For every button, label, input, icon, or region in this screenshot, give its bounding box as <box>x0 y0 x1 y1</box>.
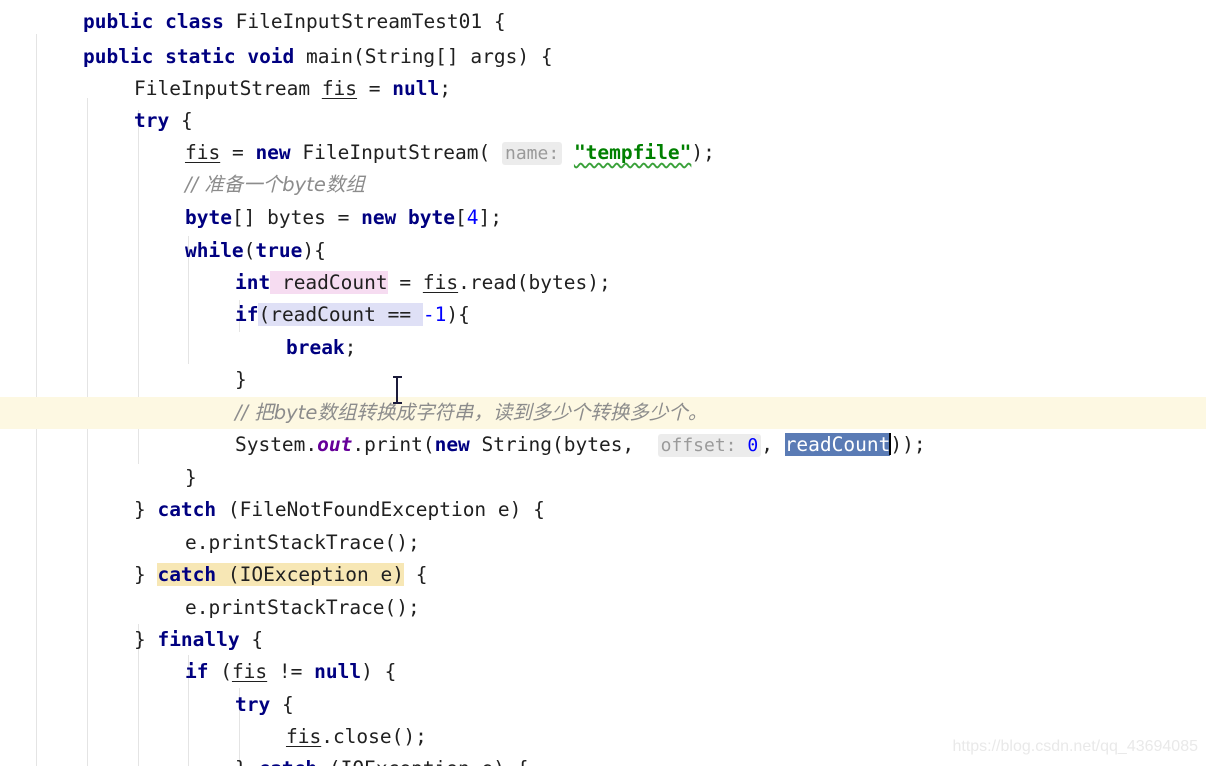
code-token-variable-fis: fis <box>321 77 358 100</box>
code-token-close-brace: } <box>234 368 247 391</box>
code-token-null: null <box>392 77 440 100</box>
code-token-exception-filenotfound: (FileNotFoundException e) { <box>216 498 545 521</box>
code-token-try: try <box>234 693 271 716</box>
viewport-bottom-edge <box>0 766 1206 772</box>
code-token-method-close: .close(); <box>321 725 427 748</box>
code-token-brace: ) { <box>361 660 397 683</box>
code-token-close: )); <box>890 433 926 456</box>
code-line-19[interactable]: } finally { <box>0 592 1206 651</box>
code-token-space <box>270 271 282 294</box>
code-token-printstacktrace: e.printStackTrace(); <box>184 596 420 619</box>
code-token-constructor: FileInputStream( <box>290 141 502 164</box>
code-token-paren: ( <box>243 239 256 262</box>
code-token-exception-ioexception-highlighted: (IOException e) <box>216 563 404 586</box>
code-token-variable-fis: fis <box>422 271 459 294</box>
parameter-hint-offset[interactable]: offset: 0 <box>657 434 762 457</box>
code-token-while: while <box>184 239 244 262</box>
code-line-17[interactable]: } catch (IOException e) { <box>0 527 1206 586</box>
code-line-7[interactable]: while(true){ <box>0 203 1206 262</box>
parameter-hint-name[interactable]: name: <box>502 142 563 165</box>
code-token-close-brace: } <box>133 498 158 521</box>
code-token-readcount-write: readCount <box>281 271 388 294</box>
code-line-12[interactable]: // 把byte数组转换成字符串，读到多少个转换多少个。 <box>0 365 1206 424</box>
code-token-out-field: out <box>317 433 353 456</box>
code-token-text: main(String[] args) { <box>306 45 553 68</box>
code-token-close-brace: } <box>184 466 197 489</box>
code-token-number-minus1: -1 <box>422 303 447 326</box>
code-token-variable-fis: fis <box>231 660 268 683</box>
code-token-if: if <box>184 660 209 683</box>
code-token-break: break <box>285 336 345 359</box>
watermark-url: https://blog.csdn.net/qq_43694085 <box>952 738 1198 755</box>
code-line-21[interactable]: try { <box>0 657 1206 716</box>
code-token-closeparen: ); <box>691 141 715 164</box>
code-token-variable-fis: fis <box>184 141 221 164</box>
code-token-brace: { <box>239 628 264 651</box>
code-token-operator: = <box>387 271 423 294</box>
code-line-6[interactable]: byte[] bytes = new byte[4]; <box>0 170 1206 229</box>
code-line-0[interactable]: public class FileInputStreamTest01 { <box>0 0 1206 33</box>
code-token-type: FileInputStream <box>133 77 322 100</box>
code-token-print-method: .print( <box>352 433 435 456</box>
code-token-close-brace: } <box>133 628 158 651</box>
code-line-11[interactable]: } <box>0 332 1206 391</box>
code-token-comma: , <box>761 433 785 456</box>
code-token-brace: { <box>270 693 294 716</box>
code-comment-convert-to-string: // 把byte数组转换成字符串，读到多少个转换多少个。 <box>234 401 708 424</box>
code-token-bracket: [ <box>455 206 467 229</box>
code-token-null: null <box>314 660 362 683</box>
code-token-method-read: .read(bytes); <box>458 271 611 294</box>
code-token-new: new <box>255 141 291 164</box>
code-token-string-tempfile: "tempfile" <box>573 141 692 164</box>
code-token-decl: [] bytes = <box>231 206 362 229</box>
code-token-system: System. <box>234 433 318 456</box>
selected-text-readcount[interactable]: readCount <box>784 433 891 456</box>
code-token-string-ctor: String(bytes, <box>469 433 658 456</box>
code-token-brace: ){ <box>446 303 470 326</box>
code-token-brace: { <box>404 563 428 586</box>
code-token-bracket-close: ]; <box>478 206 502 229</box>
code-token-semicolon: ; <box>344 336 357 359</box>
code-token-paren: ( <box>258 303 271 326</box>
code-token-semicolon: ; <box>439 77 451 100</box>
code-token-keyword: public static void <box>82 45 307 68</box>
code-token-byte: byte <box>184 206 232 229</box>
code-token-operator: != <box>267 660 315 683</box>
code-token-variable-fis: fis <box>285 725 322 748</box>
code-token-new: new <box>361 206 397 229</box>
code-token-true: true <box>255 239 303 262</box>
code-token-number-4: 4 <box>466 206 479 229</box>
code-token-close-brace: } <box>133 563 158 586</box>
code-token-catch: catch <box>157 498 217 521</box>
code-token-byte2: byte <box>396 206 456 229</box>
code-token-readcount-read: readCount <box>270 303 376 326</box>
code-token-if: if <box>234 303 259 326</box>
code-line-22[interactable]: fis.close(); <box>0 689 1206 748</box>
code-line-15[interactable]: } catch (FileNotFoundException e) { <box>0 462 1206 521</box>
code-token-new: new <box>434 433 470 456</box>
code-comment-prepare-byte-array: // 准备一个byte数组 <box>184 173 365 196</box>
code-token-brace: ){ <box>302 239 326 262</box>
code-token-operator: == <box>375 303 423 326</box>
code-line-10[interactable]: break; <box>0 300 1206 359</box>
code-editor[interactable]: public class FileInputStreamTest01 { pub… <box>0 0 1206 772</box>
code-token-finally: finally <box>157 628 240 651</box>
code-token-try: try <box>133 109 170 132</box>
code-token-brace: { <box>169 109 193 132</box>
code-token-printstacktrace: e.printStackTrace(); <box>184 531 420 554</box>
code-token-operator: = <box>220 141 256 164</box>
code-token-int: int <box>234 271 271 294</box>
code-line-8[interactable]: int readCount = fis.read(bytes); <box>0 235 1206 294</box>
code-token-paren: ( <box>208 660 232 683</box>
code-token-operator: = <box>357 77 393 100</box>
code-token-catch-highlighted: catch <box>157 563 217 586</box>
